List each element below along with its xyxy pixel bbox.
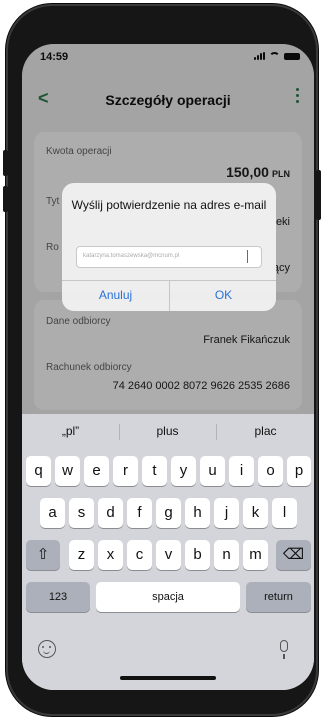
key-o[interactable]: o [258,456,283,486]
key-b[interactable]: b [185,540,210,570]
key-s[interactable]: s [69,498,94,528]
key-q[interactable]: q [26,456,51,486]
key-g[interactable]: g [156,498,181,528]
key-m[interactable]: m [243,540,268,570]
delete-key[interactable]: ⌫ [276,540,311,570]
space-key[interactable]: spacja [96,582,240,612]
key-f[interactable]: f [127,498,152,528]
key-a[interactable]: a [40,498,65,528]
key-p[interactable]: p [287,456,311,486]
key-i[interactable]: i [229,456,254,486]
suggestion-1[interactable]: „pl” [22,424,119,438]
key-u[interactable]: u [200,456,225,486]
key-v[interactable]: v [156,540,181,570]
screen: 14:59 < Szczegóły operacji Kwota operacj… [22,44,314,690]
text-caret [247,250,248,263]
return-key[interactable]: return [246,582,311,612]
email-confirmation-dialog: Wyślij potwierdzenie na adres e-mail kat… [62,183,276,311]
key-j[interactable]: j [214,498,239,528]
volume-down-button [3,186,8,212]
emoji-icon[interactable] [38,640,56,658]
key-z[interactable]: z [69,540,94,570]
key-l[interactable]: l [272,498,297,528]
email-input[interactable]: katarzyna.tomaszewska@mcnum.pl [76,246,262,268]
phone-frame: 14:59 < Szczegóły operacji Kwota operacj… [6,4,318,716]
key-t[interactable]: t [142,456,167,486]
key-x[interactable]: x [98,540,123,570]
key-c[interactable]: c [127,540,152,570]
ok-button[interactable]: OK [170,280,276,311]
home-indicator [120,676,216,680]
key-y[interactable]: y [171,456,196,486]
key-r[interactable]: r [113,456,138,486]
shift-key[interactable]: ⇧ [26,540,60,570]
key-w[interactable]: w [55,456,80,486]
keyboard: „pl” plus plac q w e r t y u i o p a s d… [22,414,314,690]
numbers-key[interactable]: 123 [26,582,90,612]
key-k[interactable]: k [243,498,268,528]
suggestion-2[interactable]: plus [119,424,216,438]
key-n[interactable]: n [214,540,239,570]
suggestion-3[interactable]: plac [217,424,314,438]
volume-up-button [3,150,8,176]
suggestion-bar: „pl” plus plac [22,418,314,444]
key-h[interactable]: h [185,498,210,528]
key-d[interactable]: d [98,498,123,528]
microphone-icon[interactable] [280,640,288,659]
key-e[interactable]: e [84,456,109,486]
dialog-title: Wyślij potwierdzenie na adres e-mail [71,198,267,212]
power-button [316,170,321,220]
cancel-button[interactable]: Anuluj [62,280,169,311]
